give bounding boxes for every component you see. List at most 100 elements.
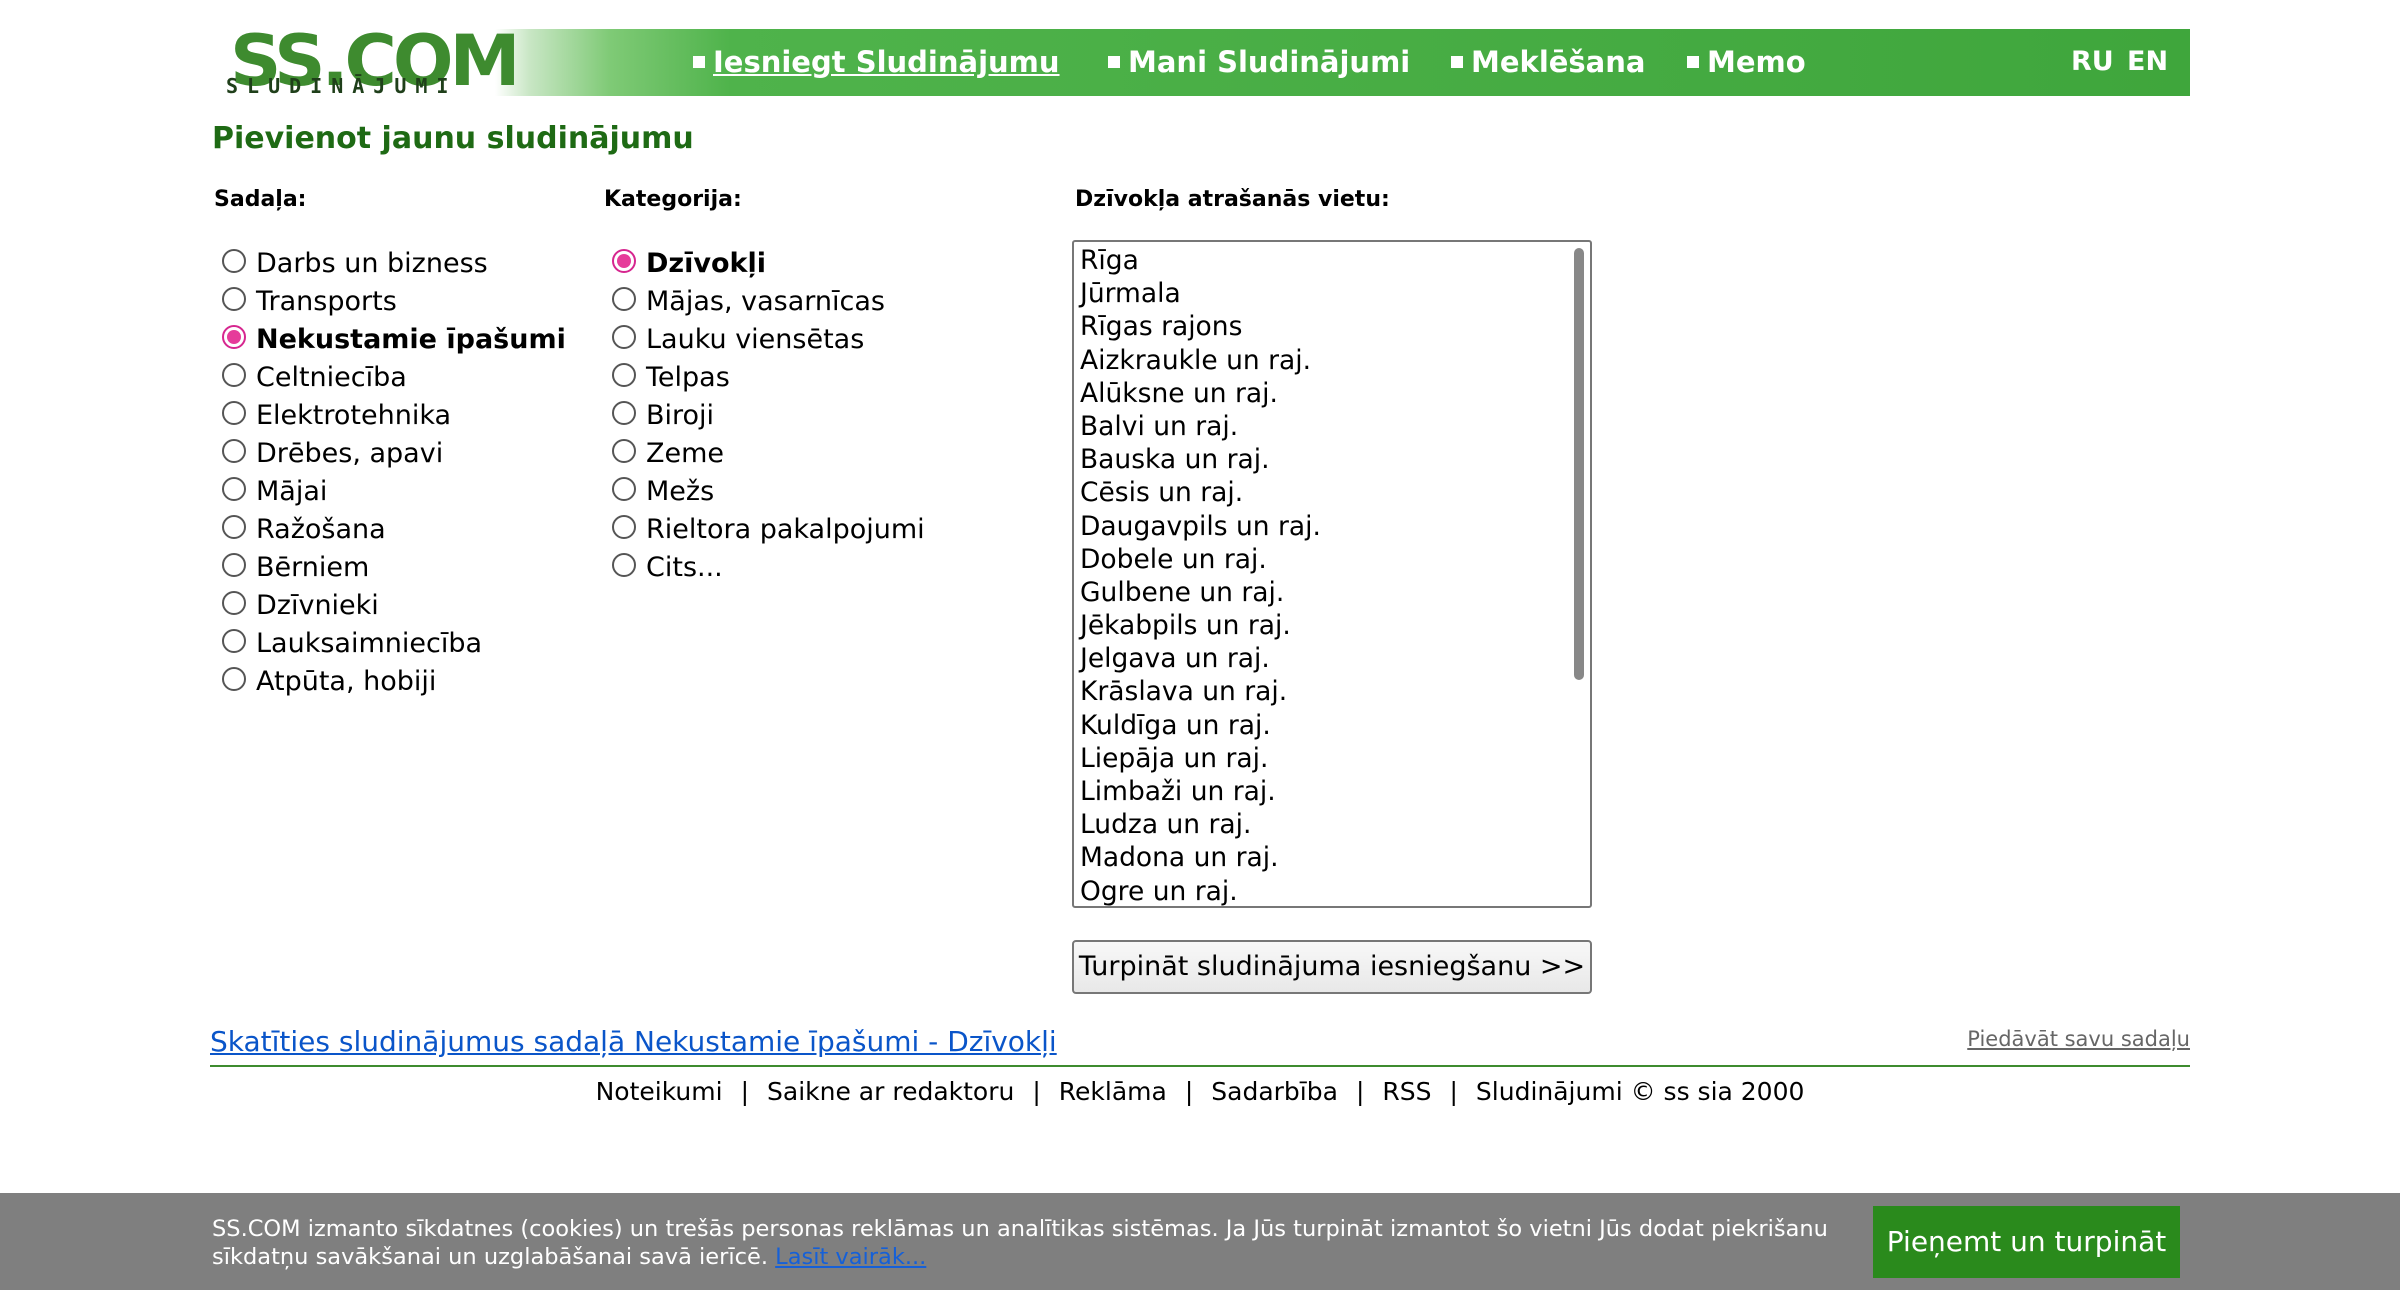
section-option[interactable]: Celtniecība bbox=[210, 358, 566, 396]
category-option[interactable]: Mežs bbox=[600, 472, 925, 510]
location-option[interactable]: Madona un raj. bbox=[1080, 841, 1321, 874]
radio-label: Telpas bbox=[646, 361, 730, 393]
radio-label: Atpūta, hobiji bbox=[256, 665, 437, 697]
location-option[interactable]: Jelgava un raj. bbox=[1080, 642, 1321, 675]
listbox-scrollbar[interactable] bbox=[1572, 246, 1586, 902]
page-title: Pievienot jaunu sludinājumu bbox=[212, 121, 694, 156]
location-option[interactable]: Cēsis un raj. bbox=[1080, 476, 1321, 509]
radio-button[interactable] bbox=[612, 363, 636, 387]
view-ads-link[interactable]: Skatīties sludinājumus sadaļā Nekustamie… bbox=[210, 1025, 1057, 1058]
section-option[interactable]: Nekustamie īpašumi bbox=[210, 320, 566, 358]
scrollbar-thumb[interactable] bbox=[1574, 248, 1584, 680]
suggest-section-link[interactable]: Piedāvāt savu sadaļu bbox=[1967, 1027, 2190, 1051]
section-option[interactable]: Darbs un bizness bbox=[210, 244, 566, 282]
nav-label: Mani Sludinājumi bbox=[1128, 45, 1411, 79]
radio-button[interactable] bbox=[222, 553, 246, 577]
section-option[interactable]: Mājai bbox=[210, 472, 566, 510]
section-option[interactable]: Dzīvnieki bbox=[210, 586, 566, 624]
radio-label: Celtniecība bbox=[256, 361, 407, 393]
category-option[interactable]: Telpas bbox=[600, 358, 925, 396]
location-option[interactable]: Limbaži un raj. bbox=[1080, 775, 1321, 808]
footer-divider bbox=[210, 1065, 2190, 1067]
location-option[interactable]: Alūksne un raj. bbox=[1080, 377, 1321, 410]
radio-button[interactable] bbox=[222, 591, 246, 615]
radio-button[interactable] bbox=[612, 439, 636, 463]
category-option[interactable]: Zeme bbox=[600, 434, 925, 472]
radio-button[interactable] bbox=[222, 439, 246, 463]
continue-submission-button[interactable]: Turpināt sludinājuma iesniegšanu >> bbox=[1072, 940, 1592, 994]
square-bullet-icon bbox=[693, 56, 705, 68]
location-option[interactable]: Rīga bbox=[1080, 244, 1321, 277]
radio-button[interactable] bbox=[612, 515, 636, 539]
radio-label: Nekustamie īpašumi bbox=[256, 323, 566, 355]
radio-button[interactable] bbox=[612, 325, 636, 349]
radio-button[interactable] bbox=[612, 477, 636, 501]
radio-label: Darbs un bizness bbox=[256, 247, 488, 279]
nav-memo[interactable]: Memo bbox=[1687, 45, 1806, 79]
location-option[interactable]: Aizkraukle un raj. bbox=[1080, 344, 1321, 377]
category-option[interactable]: Dzīvokļi bbox=[600, 244, 925, 282]
footer-link-cooperation[interactable]: Sadarbība bbox=[1211, 1077, 1338, 1106]
radio-button-checked[interactable] bbox=[612, 249, 636, 273]
location-option[interactable]: Jūrmala bbox=[1080, 277, 1321, 310]
radio-button[interactable] bbox=[222, 287, 246, 311]
radio-button-checked[interactable] bbox=[222, 325, 246, 349]
footer-link-advertising[interactable]: Reklāma bbox=[1059, 1077, 1167, 1106]
location-option[interactable]: Jēkabpils un raj. bbox=[1080, 609, 1321, 642]
radio-button[interactable] bbox=[612, 401, 636, 425]
category-option[interactable]: Cits... bbox=[600, 548, 925, 586]
section-option[interactable]: Ražošana bbox=[210, 510, 566, 548]
logo[interactable]: SS.COM SLUDINĀJUMI bbox=[222, 21, 521, 101]
radio-button[interactable] bbox=[222, 515, 246, 539]
section-option[interactable]: Drēbes, apavi bbox=[210, 434, 566, 472]
nav-label: Iesniegt Sludinājumu bbox=[713, 45, 1060, 79]
section-option[interactable]: Transports bbox=[210, 282, 566, 320]
location-option[interactable]: Ludza un raj. bbox=[1080, 808, 1321, 841]
category-option[interactable]: Biroji bbox=[600, 396, 925, 434]
radio-label: Mājas, vasarnīcas bbox=[646, 285, 885, 317]
radio-button[interactable] bbox=[222, 363, 246, 387]
location-option[interactable]: Gulbene un raj. bbox=[1080, 576, 1321, 609]
location-option[interactable]: Bauska un raj. bbox=[1080, 443, 1321, 476]
cookie-read-more-link[interactable]: Lasīt vairāk... bbox=[775, 1244, 926, 1270]
section-option[interactable]: Atpūta, hobiji bbox=[210, 662, 566, 700]
footer-link-rules[interactable]: Noteikumi bbox=[596, 1077, 723, 1106]
radio-button[interactable] bbox=[612, 553, 636, 577]
location-heading: Dzīvokļa atrašanās vietu: bbox=[1075, 187, 1390, 212]
lang-en-link[interactable]: EN bbox=[2127, 46, 2168, 77]
nav-search[interactable]: Meklēšana bbox=[1451, 45, 1645, 79]
radio-button[interactable] bbox=[612, 287, 636, 311]
location-listbox[interactable]: Rīga Jūrmala Rīgas rajons Aizkraukle un … bbox=[1072, 240, 1592, 908]
location-option[interactable]: Krāslava un raj. bbox=[1080, 675, 1321, 708]
radio-label: Transports bbox=[256, 285, 397, 317]
footer-separator: | bbox=[1032, 1077, 1041, 1106]
page: SS.COM SLUDINĀJUMI Iesniegt Sludinājumu … bbox=[0, 0, 2400, 1290]
footer-link-rss[interactable]: RSS bbox=[1382, 1077, 1431, 1106]
location-option[interactable]: Ogre un raj. bbox=[1080, 875, 1321, 906]
category-option[interactable]: Mājas, vasarnīcas bbox=[600, 282, 925, 320]
radio-button[interactable] bbox=[222, 667, 246, 691]
nav-my-ads[interactable]: Mani Sludinājumi bbox=[1108, 45, 1410, 79]
location-option[interactable]: Balvi un raj. bbox=[1080, 410, 1321, 443]
lang-ru-link[interactable]: RU bbox=[2071, 46, 2114, 77]
radio-button[interactable] bbox=[222, 477, 246, 501]
radio-label: Bērniem bbox=[256, 551, 370, 583]
section-option[interactable]: Bērniem bbox=[210, 548, 566, 586]
category-option[interactable]: Rieltora pakalpojumi bbox=[600, 510, 925, 548]
location-option[interactable]: Rīgas rajons bbox=[1080, 310, 1321, 343]
nav-label: Memo bbox=[1707, 45, 1806, 79]
location-option[interactable]: Kuldīga un raj. bbox=[1080, 709, 1321, 742]
radio-label: Zeme bbox=[646, 437, 725, 469]
nav-submit-ad[interactable]: Iesniegt Sludinājumu bbox=[693, 45, 1060, 79]
radio-button[interactable] bbox=[222, 249, 246, 273]
location-option[interactable]: Daugavpils un raj. bbox=[1080, 510, 1321, 543]
radio-button[interactable] bbox=[222, 629, 246, 653]
location-option[interactable]: Liepāja un raj. bbox=[1080, 742, 1321, 775]
section-option[interactable]: Lauksaimniecība bbox=[210, 624, 566, 662]
section-option[interactable]: Elektrotehnika bbox=[210, 396, 566, 434]
location-option[interactable]: Dobele un raj. bbox=[1080, 543, 1321, 576]
cookie-accept-button[interactable]: Pieņemt un turpināt bbox=[1873, 1206, 2180, 1278]
footer-link-contact-editor[interactable]: Saikne ar redaktoru bbox=[767, 1077, 1014, 1106]
category-option[interactable]: Lauku viensētas bbox=[600, 320, 925, 358]
radio-button[interactable] bbox=[222, 401, 246, 425]
